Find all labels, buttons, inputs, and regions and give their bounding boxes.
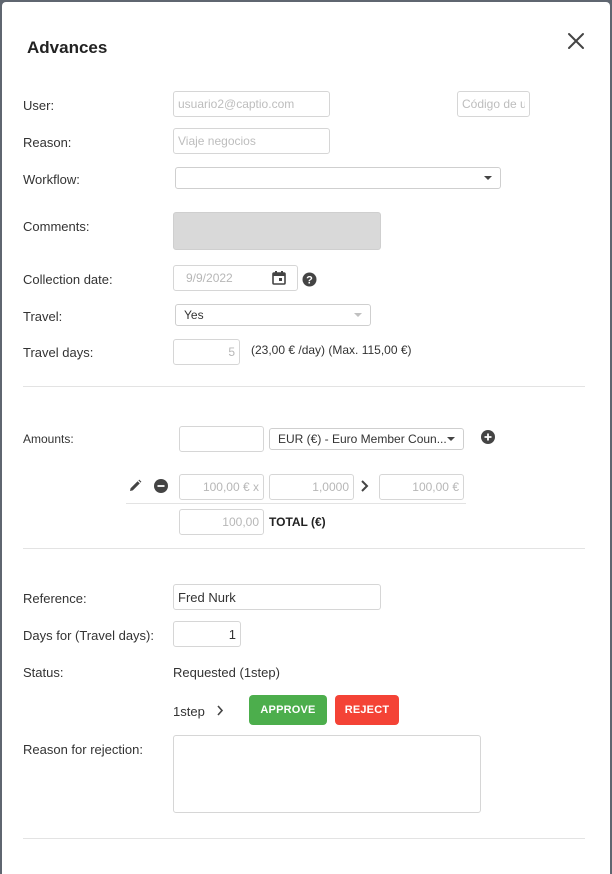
reference-label: Reference: <box>23 591 87 606</box>
amount-input[interactable] <box>179 426 264 452</box>
help-icon[interactable]: ? <box>302 272 317 287</box>
divider <box>23 386 585 387</box>
travel-label: Travel: <box>23 309 63 324</box>
caret-down-icon <box>354 313 362 317</box>
advances-modal: Advances User: Reason: Workflow: Comment… <box>2 2 610 874</box>
user-input[interactable] <box>173 91 330 117</box>
chevron-right-icon <box>361 480 369 492</box>
rejection-label: Reason for rejection: <box>23 742 143 757</box>
divider <box>23 548 585 549</box>
workflow-select[interactable] <box>175 167 501 189</box>
user-label: User: <box>23 98 55 113</box>
travel-days-label: Travel days: <box>23 345 94 360</box>
amounts-label: Amounts: <box>23 432 74 446</box>
currency-select[interactable]: EUR (€) - Euro Member Coun... <box>269 428 464 450</box>
pencil-icon[interactable] <box>128 479 142 493</box>
reject-button[interactable]: REJECT <box>335 695 399 725</box>
plus-circle-icon[interactable] <box>481 430 495 444</box>
chevron-right-icon <box>217 705 224 716</box>
collection-date-input[interactable]: 9/9/2022 <box>173 265 298 291</box>
travel-select-value: Yes <box>184 308 204 322</box>
row-divider <box>126 503 466 504</box>
days-for-input[interactable] <box>173 621 241 647</box>
total-input[interactable] <box>179 509 264 535</box>
currency-select-value: EUR (€) - Euro Member Coun... <box>278 432 447 446</box>
calendar-icon[interactable] <box>272 271 286 285</box>
row-amount-input[interactable] <box>179 474 264 500</box>
caret-down-icon <box>484 176 492 180</box>
modal-title: Advances <box>27 38 108 57</box>
status-value: Requested (1step) <box>173 665 280 680</box>
collection-date-value: 9/9/2022 <box>186 271 233 285</box>
rejection-textarea[interactable] <box>173 735 481 813</box>
caret-down-icon <box>447 437 455 441</box>
days-for-label: Days for (Travel days): <box>23 628 154 643</box>
total-label: TOTAL (€) <box>269 515 326 529</box>
approve-button[interactable]: APPROVE <box>249 695 327 725</box>
comments-textarea[interactable] <box>173 212 381 250</box>
reason-label: Reason: <box>23 135 72 150</box>
row-result-input[interactable] <box>379 474 464 500</box>
travel-days-input[interactable] <box>173 339 240 365</box>
user-code-input[interactable] <box>457 91 530 117</box>
travel-days-info: (23,00 € /day) (Max. 115,00 €) <box>251 343 412 357</box>
collection-date-label: Collection date: <box>23 272 113 287</box>
reference-input[interactable] <box>173 584 381 610</box>
workflow-label: Workflow: <box>23 172 80 187</box>
comments-label: Comments: <box>23 219 90 234</box>
divider <box>23 838 585 839</box>
minus-circle-icon[interactable] <box>154 479 168 493</box>
svg-text:?: ? <box>306 275 313 287</box>
reason-input[interactable] <box>173 128 330 154</box>
travel-select[interactable]: Yes <box>175 304 371 326</box>
approval-step: 1step <box>173 704 205 719</box>
row-rate-input[interactable] <box>269 474 354 500</box>
status-label: Status: <box>23 665 64 680</box>
close-icon[interactable] <box>565 30 587 52</box>
